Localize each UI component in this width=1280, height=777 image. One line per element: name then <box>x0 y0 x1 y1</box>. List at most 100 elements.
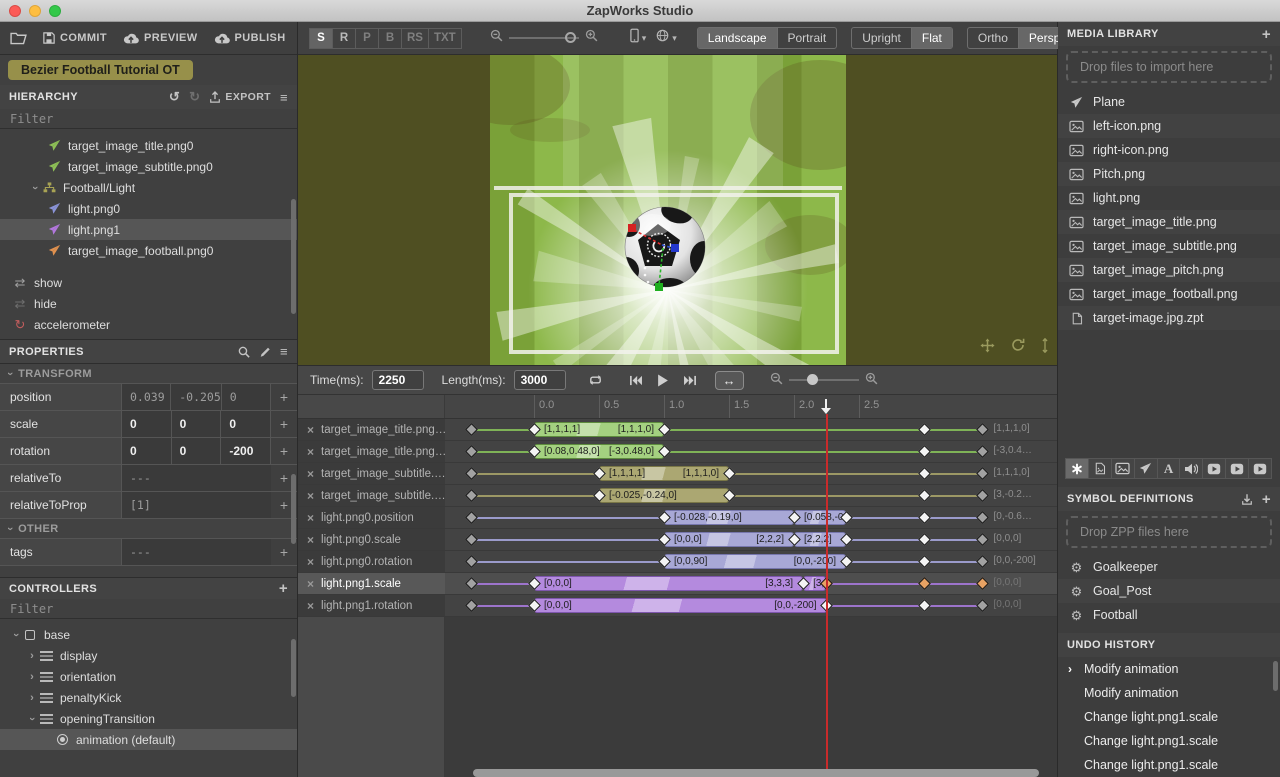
keyframe-diamond[interactable] <box>465 555 478 568</box>
asset-filter-video-button[interactable] <box>1202 458 1226 479</box>
redo-icon[interactable]: ↻ <box>189 89 200 105</box>
zoom-window-button[interactable] <box>49 5 61 17</box>
hierarchy-item-show[interactable]: ⇄show <box>0 272 297 293</box>
node-type-button-p[interactable]: P <box>355 28 379 49</box>
remove-track-icon[interactable]: × <box>307 445 314 459</box>
symbol-item-football[interactable]: ⚙Football <box>1058 603 1280 627</box>
controller-item-display[interactable]: ›display <box>0 645 297 666</box>
node-type-button-s[interactable]: S <box>309 28 333 49</box>
publish-button[interactable]: PUBLISH <box>214 32 286 44</box>
remove-track-icon[interactable]: × <box>307 511 314 525</box>
track-lane[interactable]: [0.08,0.48,0][-3,0.48,0][-3,0.4… <box>445 441 1057 462</box>
search-icon[interactable] <box>238 346 250 358</box>
relativeToProp-field[interactable]: [1] <box>122 492 271 518</box>
node-type-button-txt[interactable]: TXT <box>428 28 462 49</box>
track-lane[interactable]: [1,1,1,1][1,1,1,0][1,1,1,0] <box>445 463 1057 484</box>
zoom-out-icon[interactable] <box>490 29 503 47</box>
symbol-item-goal-post[interactable]: ⚙Goal_Post <box>1058 579 1280 603</box>
track-label[interactable]: ×light.png0.rotation <box>298 551 445 572</box>
add-controller-button[interactable]: + <box>279 580 288 597</box>
skip-to-start-button[interactable] <box>629 375 643 386</box>
media-dropzone[interactable]: Drop files to import here <box>1066 51 1272 83</box>
zoom-in-icon[interactable] <box>585 29 598 47</box>
chevron-right-icon[interactable]: › <box>26 650 38 662</box>
hierarchy-scrollbar[interactable] <box>291 199 296 314</box>
toggle-option-portrait[interactable]: Portrait <box>777 28 837 48</box>
zoom-slider-knob[interactable] <box>565 32 576 43</box>
track-label[interactable]: ×target_image_title.png… <box>298 441 445 462</box>
track-label[interactable]: ×target_image_title.png… <box>298 419 445 440</box>
track-label[interactable]: ×light.png1.scale <box>298 573 445 594</box>
media-item-target-image-pitch-png[interactable]: target_image_pitch.png <box>1058 258 1280 282</box>
length-input[interactable] <box>514 370 566 390</box>
add-scale-keyframe-button[interactable]: + <box>271 411 297 437</box>
track-label[interactable]: ×target_image_subtitle.… <box>298 485 445 506</box>
timeline-zoom-in-icon[interactable] <box>865 372 878 388</box>
add-media-button[interactable]: + <box>1262 26 1271 43</box>
keyframe-diamond[interactable] <box>918 511 931 524</box>
animation-segment[interactable]: [-0.025,-0.24,0] <box>599 488 729 503</box>
play-button[interactable] <box>657 374 669 387</box>
add-rotation-keyframe-button[interactable]: + <box>271 438 297 464</box>
animation-segment[interactable]: [0,0,0][3,3,3] <box>534 576 803 591</box>
vertical-resize-icon[interactable] <box>1041 338 1049 353</box>
keyframe-diamond[interactable] <box>465 577 478 590</box>
timeline-zoom-out-icon[interactable] <box>770 372 783 388</box>
gizmo-z-handle[interactable] <box>671 244 679 252</box>
track-lane[interactable]: [0,0,0][0,0,-200][0,0,0] <box>445 595 1057 616</box>
remove-track-icon[interactable]: × <box>307 489 314 503</box>
hierarchy-item-target-image-subtitle-png0[interactable]: target_image_subtitle.png0 <box>0 156 297 177</box>
keyframe-diamond[interactable] <box>918 489 931 502</box>
playhead-line[interactable] <box>826 414 828 769</box>
viewport-zoom-slider[interactable] <box>509 37 579 39</box>
keyframe-diamond[interactable] <box>976 577 989 590</box>
keyframe-diamond[interactable] <box>918 577 931 590</box>
chevron-down-icon[interactable]: › <box>29 182 41 194</box>
toggle-option-ortho[interactable]: Ortho <box>968 28 1018 48</box>
remove-track-icon[interactable]: × <box>307 423 314 437</box>
chevron-right-icon[interactable]: › <box>26 692 38 704</box>
asset-filter-audio-button[interactable] <box>1179 458 1203 479</box>
fit-timeline-button[interactable]: ↔ <box>715 371 744 390</box>
track-lane[interactable]: [0,0,0][2,2,2][2,2,2][0,0,0] <box>445 529 1057 550</box>
hierarchy-menu-icon[interactable]: ≡ <box>280 90 288 105</box>
keyframe-diamond[interactable] <box>976 445 989 458</box>
keyframe-diamond[interactable] <box>465 533 478 546</box>
media-item-target-image-subtitle-png[interactable]: target_image_subtitle.png <box>1058 234 1280 258</box>
media-item-pitch-png[interactable]: Pitch.png <box>1058 162 1280 186</box>
node-type-button-rs[interactable]: RS <box>401 28 429 49</box>
hierarchy-item-target-image-football-png0[interactable]: target_image_football.png0 <box>0 240 297 261</box>
environment-dropdown[interactable]: ▾ <box>656 29 677 47</box>
preview-button[interactable]: PREVIEW <box>123 32 198 44</box>
toggle-option-landscape[interactable]: Landscape <box>698 28 777 48</box>
track-label[interactable]: ×light.png0.position <box>298 507 445 528</box>
add-symbol-button[interactable]: + <box>1262 491 1271 508</box>
keyframe-diamond[interactable] <box>918 599 931 612</box>
hierarchy-item-target-image-title-png0[interactable]: target_image_title.png0 <box>0 135 297 156</box>
rotation-y-field[interactable]: 0 <box>172 438 222 464</box>
animation-segment[interactable]: [0.08,0.48,0][-3,0.48,0] <box>534 444 664 459</box>
undo-history-item[interactable]: Change light.png1.scale <box>1058 705 1280 729</box>
scale-y-field[interactable]: 0 <box>172 411 222 437</box>
toggle-option-upright[interactable]: Upright <box>852 28 911 48</box>
animation-segment[interactable]: [0,0,0][0,0,-200] <box>534 598 827 613</box>
asset-filter-file-image-button[interactable] <box>1088 458 1112 479</box>
close-window-button[interactable] <box>9 5 21 17</box>
rotation-z-field[interactable]: -200 <box>221 438 271 464</box>
scale-z-field[interactable]: 0 <box>221 411 271 437</box>
remove-track-icon[interactable]: × <box>307 555 314 569</box>
hierarchy-item-football-light[interactable]: ›Football/Light <box>0 177 297 198</box>
chevron-down-icon[interactable]: › <box>10 629 22 641</box>
minimize-window-button[interactable] <box>29 5 41 17</box>
gizmo-y-handle[interactable] <box>655 283 663 291</box>
media-item-target-image-title-png[interactable]: target_image_title.png <box>1058 210 1280 234</box>
tags-field[interactable]: --- <box>122 539 271 565</box>
media-item-plane[interactable]: Plane <box>1058 90 1280 114</box>
keyframe-diamond[interactable] <box>465 423 478 436</box>
hierarchy-item-light-png1[interactable]: light.png1 <box>0 219 297 240</box>
chevron-right-icon[interactable]: › <box>26 671 38 683</box>
track-label[interactable]: ×target_image_subtitle.… <box>298 463 445 484</box>
controller-item-orientation[interactable]: ›orientation <box>0 666 297 687</box>
keyframe-diamond[interactable] <box>465 489 478 502</box>
track-lane[interactable]: [0,0,90][0,0,-200][0,0,-200] <box>445 551 1057 572</box>
